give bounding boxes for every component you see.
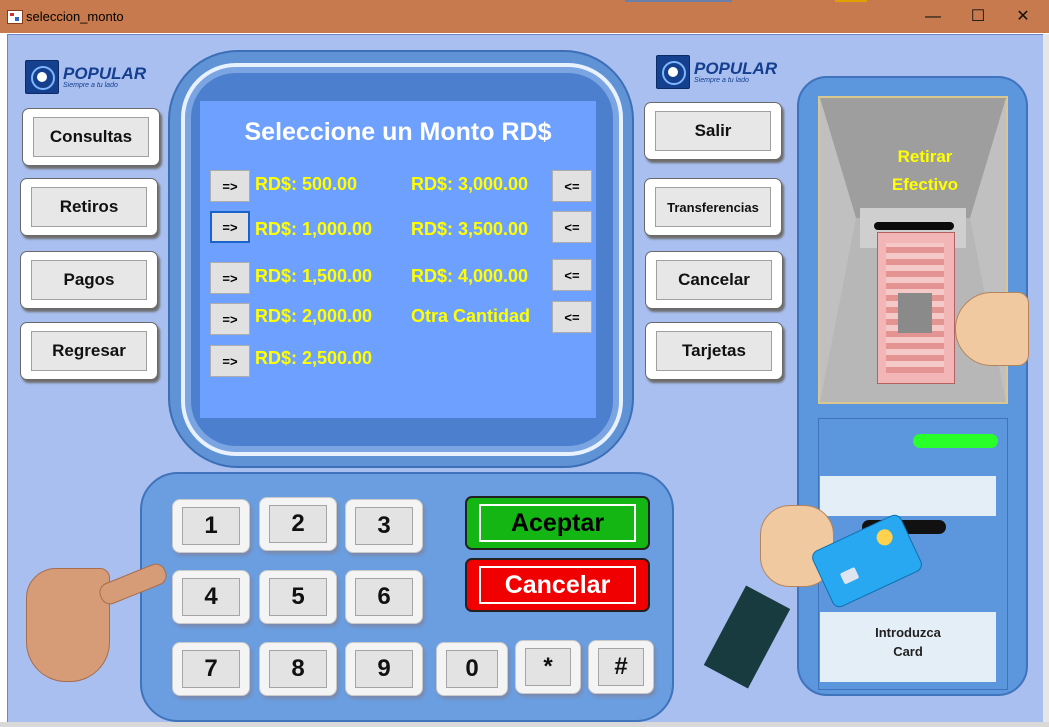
bank-logo-left: POPULAR Siempre a tu lado <box>25 60 146 94</box>
key-1-label: 1 <box>182 507 240 545</box>
select-2500-button[interactable]: => <box>210 345 250 377</box>
select-1000-button[interactable]: => <box>210 211 250 243</box>
window-edge <box>1043 34 1049 727</box>
tarjetas-label: Tarjetas <box>656 331 772 371</box>
key-star-label: * <box>525 648 571 686</box>
key-1[interactable]: 1 <box>172 499 250 553</box>
brand-name: POPULAR <box>63 64 147 83</box>
select-4000-button[interactable]: <= <box>552 259 592 291</box>
tarjetas-button[interactable]: Tarjetas <box>645 322 783 380</box>
pointing-hand-icon <box>26 568 110 682</box>
amount-1000: RD$: 1,000.00 <box>255 219 373 239</box>
introduzca-card-label: Introduzca Card <box>846 623 970 661</box>
window-title: seleccion_monto <box>26 9 124 24</box>
window-edge <box>0 722 1049 727</box>
select-500-button[interactable]: => <box>210 170 250 202</box>
popular-logo-icon <box>656 55 690 89</box>
key-2-label: 2 <box>269 505 327 543</box>
screen-title: Seleccione un Monto RD$ <box>244 118 552 146</box>
amount-500: RD$: 500.00 <box>255 174 358 194</box>
cancelar-menu-button[interactable]: Cancelar <box>645 251 783 309</box>
cancelar-button[interactable]: Cancelar <box>465 558 650 612</box>
consultas-button[interactable]: Consultas <box>22 108 160 166</box>
amount-1500: RD$: 1,500.00 <box>255 266 373 286</box>
retiros-button[interactable]: Retiros <box>20 178 158 236</box>
key-4-label: 4 <box>182 578 240 616</box>
popular-logo-icon <box>25 60 59 94</box>
cancelar-menu-label: Cancelar <box>656 260 772 300</box>
maximize-button[interactable]: ☐ <box>955 0 1001 33</box>
pagos-button[interactable]: Pagos <box>20 251 158 309</box>
key-2[interactable]: 2 <box>259 497 337 551</box>
key-8-label: 8 <box>269 650 327 688</box>
aceptar-button[interactable]: Aceptar <box>465 496 650 550</box>
brand-tagline: Siempre a tu lado <box>63 82 118 89</box>
salir-label: Salir <box>655 111 771 151</box>
key-star[interactable]: * <box>515 640 581 694</box>
brand-name: POPULAR <box>694 59 778 78</box>
retirar-line1: Retirar <box>897 147 953 166</box>
status-led <box>913 434 998 448</box>
salir-button[interactable]: Salir <box>644 102 782 160</box>
aceptar-label: Aceptar <box>479 504 636 542</box>
titlebar-accent <box>625 0 732 2</box>
key-3[interactable]: 3 <box>345 499 423 553</box>
amount-3500: RD$: 3,500.00 <box>411 219 529 239</box>
close-button[interactable]: ✕ <box>1000 0 1046 33</box>
transferencias-button[interactable]: Transferencias <box>644 178 782 236</box>
select-3000-button[interactable]: <= <box>552 170 592 202</box>
retirar-line2: Efectivo <box>891 175 959 194</box>
minimize-button[interactable]: — <box>910 0 956 33</box>
key-6[interactable]: 6 <box>345 570 423 624</box>
introduzca-line1: Introduzca <box>875 625 941 640</box>
cash-slot <box>874 222 954 230</box>
retiros-label: Retiros <box>31 187 147 227</box>
consultas-label: Consultas <box>33 117 149 157</box>
pagos-label: Pagos <box>31 260 147 300</box>
key-7-label: 7 <box>182 650 240 688</box>
key-5-label: 5 <box>269 578 327 616</box>
introduzca-line2: Card <box>893 644 923 659</box>
select-1500-button[interactable]: => <box>210 262 250 294</box>
select-3500-button[interactable]: <= <box>552 211 592 243</box>
key-9-label: 9 <box>355 650 413 688</box>
banknote-icon <box>877 232 955 384</box>
select-other-button[interactable]: <= <box>552 301 592 333</box>
brand-tagline: Siempre a tu lado <box>694 77 749 84</box>
hand-taking-cash-icon <box>955 292 1029 366</box>
amount-other: Otra Cantidad <box>411 306 531 326</box>
key-3-label: 3 <box>355 507 413 545</box>
select-2000-button[interactable]: => <box>210 303 250 335</box>
card-slot-cover <box>820 476 996 516</box>
title-bar: seleccion_monto — ☐ ✕ <box>0 0 1049 33</box>
regresar-button[interactable]: Regresar <box>20 322 158 380</box>
bank-logo-right: POPULAR Siempre a tu lado <box>656 55 777 89</box>
app-icon <box>7 10 23 24</box>
amount-3000: RD$: 3,000.00 <box>411 174 529 194</box>
atm-screen <box>200 101 596 418</box>
key-hash[interactable]: # <box>588 640 654 694</box>
key-hash-label: # <box>598 648 644 686</box>
key-6-label: 6 <box>355 578 413 616</box>
key-8[interactable]: 8 <box>259 642 337 696</box>
retirar-efectivo-label: Retirar Efectivo <box>885 143 965 199</box>
transferencias-label: Transferencias <box>655 187 771 227</box>
key-4[interactable]: 4 <box>172 570 250 624</box>
cancelar-label: Cancelar <box>479 566 636 604</box>
amount-2000: RD$: 2,000.00 <box>255 306 373 326</box>
amount-4000: RD$: 4,000.00 <box>411 266 529 286</box>
key-7[interactable]: 7 <box>172 642 250 696</box>
key-9[interactable]: 9 <box>345 642 423 696</box>
titlebar-accent <box>835 0 867 2</box>
amount-2500: RD$: 2,500.00 <box>255 348 373 368</box>
key-5[interactable]: 5 <box>259 570 337 624</box>
regresar-label: Regresar <box>31 331 147 371</box>
key-0-label: 0 <box>446 650 498 688</box>
key-0[interactable]: 0 <box>436 642 508 696</box>
